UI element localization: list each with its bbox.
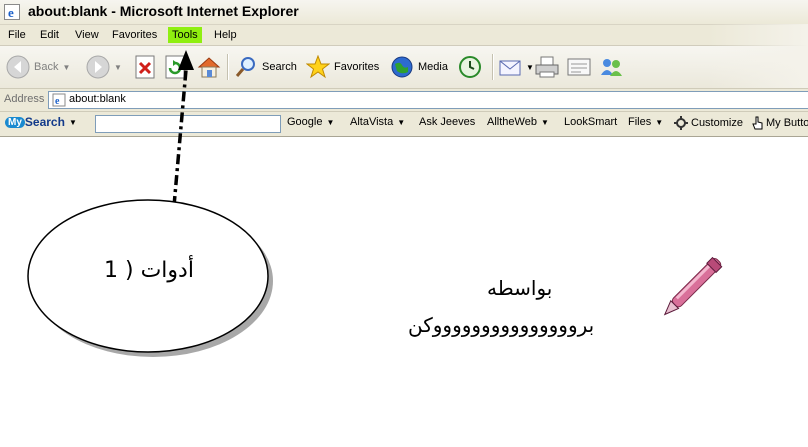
annotation-layer bbox=[27, 50, 273, 357]
pen-icon bbox=[663, 256, 723, 316]
pointer-arrow-line bbox=[172, 69, 188, 207]
credit-line-2: بروووووووووووووووكن bbox=[408, 313, 595, 337]
callout-text: أدوات ( 1 bbox=[104, 258, 194, 283]
credit-line-1: بواسطه bbox=[487, 276, 553, 300]
pointer-arrowhead bbox=[178, 50, 194, 70]
